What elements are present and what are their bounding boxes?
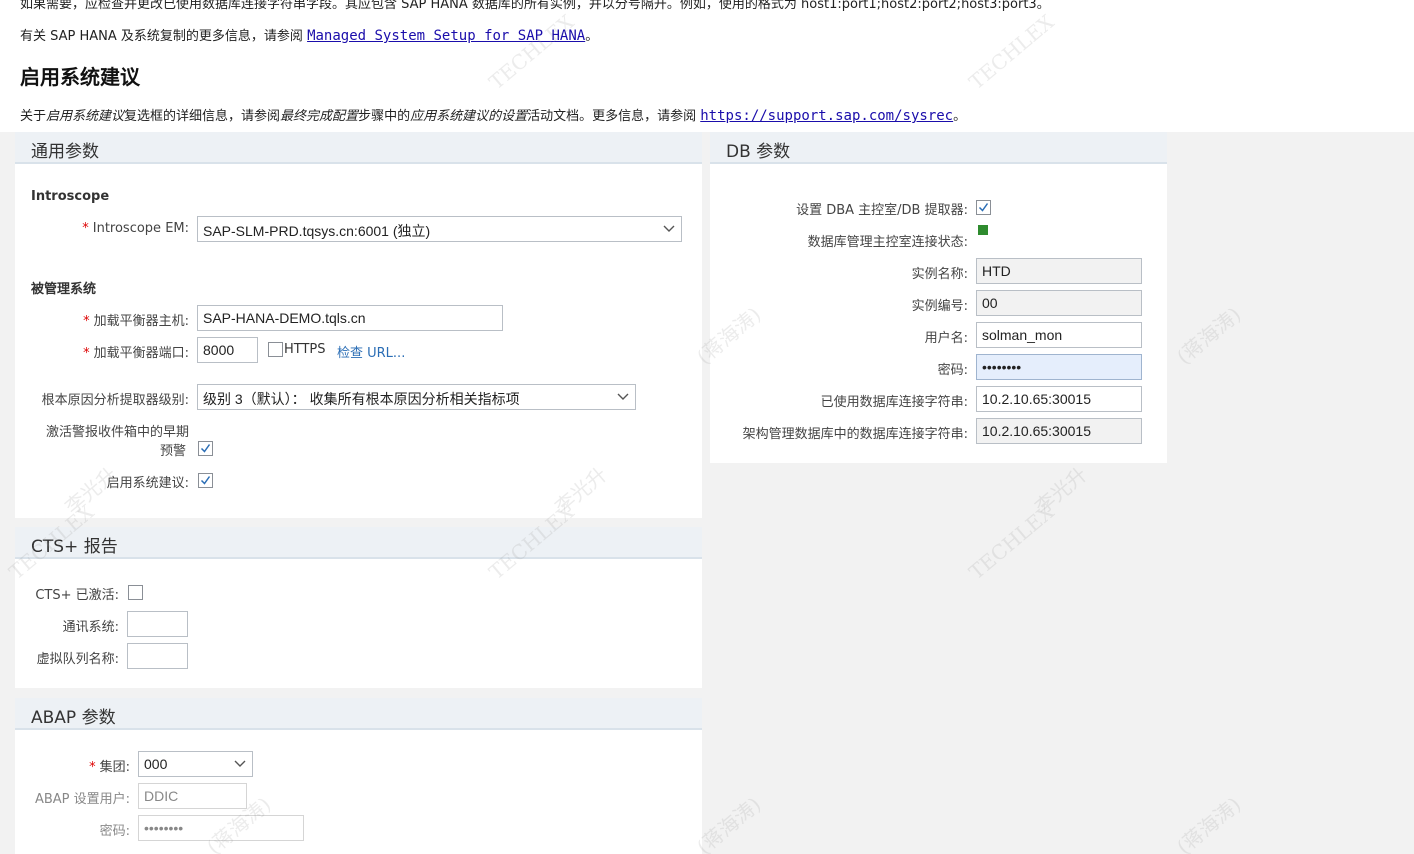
- abap-parameters-title: ABAP 参数: [15, 698, 702, 730]
- status-indicator-icon: [978, 225, 988, 235]
- lb-host-input[interactable]: SAP-HANA-DEMO.tqls.cn: [197, 305, 503, 331]
- introscope-em-label: * Introscope EM:: [82, 221, 189, 236]
- intro-text-2-prefix: 有关 SAP HANA 及系统复制的更多信息，请参阅: [20, 29, 303, 44]
- checkmark-icon: [200, 444, 211, 453]
- rec-text-7: 活动文档。更多信息，请参阅: [527, 109, 697, 124]
- conn-status-label: 数据库管理主控室连接状态:: [807, 235, 968, 250]
- lb-port-label: * 加载平衡器端口:: [83, 346, 189, 361]
- rca-level-select[interactable]: 级别 3（默认）： 收集所有根本原因分析相关指标项: [197, 384, 636, 410]
- db-user-label: 用户名:: [924, 331, 968, 346]
- schema-conn-string-field: 10.2.10.65:30015: [976, 418, 1142, 444]
- rca-level-value: 级别 3（默认）： 收集所有根本原因分析相关指标项: [203, 391, 520, 407]
- rec-text-6: 应用系统建议的设置: [410, 109, 528, 124]
- chevron-down-icon: [617, 393, 629, 400]
- general-parameters-panel: 通用参数 Introscope * Introscope EM: SAP-SLM-…: [15, 132, 702, 518]
- rec-text-1: 关于: [20, 109, 47, 124]
- client-label: * 集团:: [89, 760, 130, 775]
- db-parameters-title: DB 参数: [710, 132, 1167, 164]
- lb-port-input[interactable]: 8000: [197, 337, 258, 363]
- client-value: 000: [144, 756, 168, 772]
- abap-password-input: ••••••••: [138, 815, 304, 841]
- intro-text-1: 如果需要，应检查并更改已使用数据库连接字符串字段。其应包含 SAP HANA 数…: [20, 0, 1050, 12]
- virtual-queue-input[interactable]: [127, 643, 188, 669]
- abap-setup-user-input: DDIC: [138, 783, 247, 809]
- sysrec-label: 启用系统建议:: [106, 476, 189, 491]
- recommendations-text: 关于启用系统建议复选框的详细信息，请参阅最终完成配置步骤中的应用系统建议的设置活…: [20, 105, 966, 124]
- chevron-down-icon: [234, 760, 246, 767]
- recommendations-title: 启用系统建议: [20, 65, 140, 89]
- instance-name-label: 实例名称:: [911, 267, 968, 282]
- instance-number-label: 实例编号:: [911, 299, 968, 314]
- https-checkbox[interactable]: [268, 342, 283, 357]
- cts-report-title: CTS+ 报告: [15, 527, 702, 559]
- rec-text-2: 启用系统建议: [46, 109, 125, 124]
- chevron-down-icon: [663, 225, 675, 232]
- cts-active-label: CTS+ 已激活:: [35, 588, 119, 603]
- db-password-label: 密码:: [937, 363, 968, 378]
- rec-text-8: 。: [953, 109, 967, 124]
- introscope-group-title: Introscope: [31, 189, 110, 204]
- managed-system-setup-link[interactable]: Managed System Setup for SAP HANA: [307, 28, 585, 44]
- check-url-link[interactable]: 检查 URL...: [337, 342, 405, 361]
- abap-password-label: 密码:: [99, 824, 130, 839]
- sysrec-checkbox[interactable]: [198, 473, 213, 488]
- rca-level-label: 根本原因分析提取器级别:: [41, 393, 189, 408]
- used-conn-string-input[interactable]: 10.2.10.65:30015: [976, 386, 1142, 412]
- rec-text-4: 最终完成配置: [280, 109, 359, 124]
- introscope-em-value: SAP-SLM-PRD.tqsys.cn:6001 (独立): [203, 223, 431, 239]
- db-password-input[interactable]: ••••••••: [976, 354, 1142, 380]
- lb-host-label: * 加载平衡器主机:: [83, 314, 189, 329]
- comm-system-input[interactable]: [127, 611, 188, 637]
- general-parameters-title: 通用参数: [15, 132, 702, 164]
- intro-area: 如果需要，应检查并更改已使用数据库连接字符串字段。其应包含 SAP HANA 数…: [0, 0, 1414, 132]
- db-parameters-panel: DB 参数 设置 DBA 主控室/DB 提取器: 数据库管理主控室连接状态: 实…: [710, 132, 1167, 463]
- used-conn-string-label: 已使用数据库连接字符串:: [820, 395, 968, 410]
- checkmark-icon: [200, 476, 211, 485]
- early-warning-label-line1: 激活警报收件箱中的早期: [45, 425, 189, 440]
- schema-conn-string-label: 架构管理数据库中的数据库连接字符串:: [742, 427, 968, 442]
- db-user-input[interactable]: solman_mon: [976, 322, 1142, 348]
- early-warning-label-line2: 预警: [159, 444, 186, 459]
- sysrec-link[interactable]: https://support.sap.com/sysrec: [700, 108, 953, 124]
- intro-text-2-suffix: 。: [585, 29, 599, 44]
- dba-cockpit-checkbox[interactable]: [976, 200, 991, 215]
- virtual-queue-label: 虚拟队列名称:: [36, 652, 119, 667]
- client-select[interactable]: 000: [138, 751, 253, 777]
- checkmark-icon: [978, 203, 989, 212]
- cts-report-panel: CTS+ 报告 CTS+ 已激活: 通讯系统: 虚拟队列名称:: [15, 527, 702, 688]
- early-warning-checkbox[interactable]: [198, 441, 213, 456]
- abap-parameters-panel: ABAP 参数 * 集团: 000 ABAP 设置用户: DDIC 密码: •••…: [15, 698, 702, 854]
- intro-text-2: 有关 SAP HANA 及系统复制的更多信息，请参阅 Managed Syste…: [20, 25, 598, 44]
- abap-setup-user-label: ABAP 设置用户:: [34, 792, 130, 807]
- instance-number-field: 00: [976, 290, 1142, 316]
- instance-name-field: HTD: [976, 258, 1142, 284]
- cts-active-checkbox[interactable]: [128, 585, 143, 600]
- https-label: HTTPS: [284, 342, 326, 357]
- dba-cockpit-label: 设置 DBA 主控室/DB 提取器:: [796, 203, 968, 218]
- rec-text-3: 复选框的详细信息，请参阅: [124, 109, 281, 124]
- managed-system-group-title: 被管理系统: [31, 282, 97, 297]
- introscope-em-select[interactable]: SAP-SLM-PRD.tqsys.cn:6001 (独立): [197, 216, 682, 242]
- rec-text-5: 步骤中的: [358, 109, 411, 124]
- comm-system-label: 通讯系统:: [62, 620, 119, 635]
